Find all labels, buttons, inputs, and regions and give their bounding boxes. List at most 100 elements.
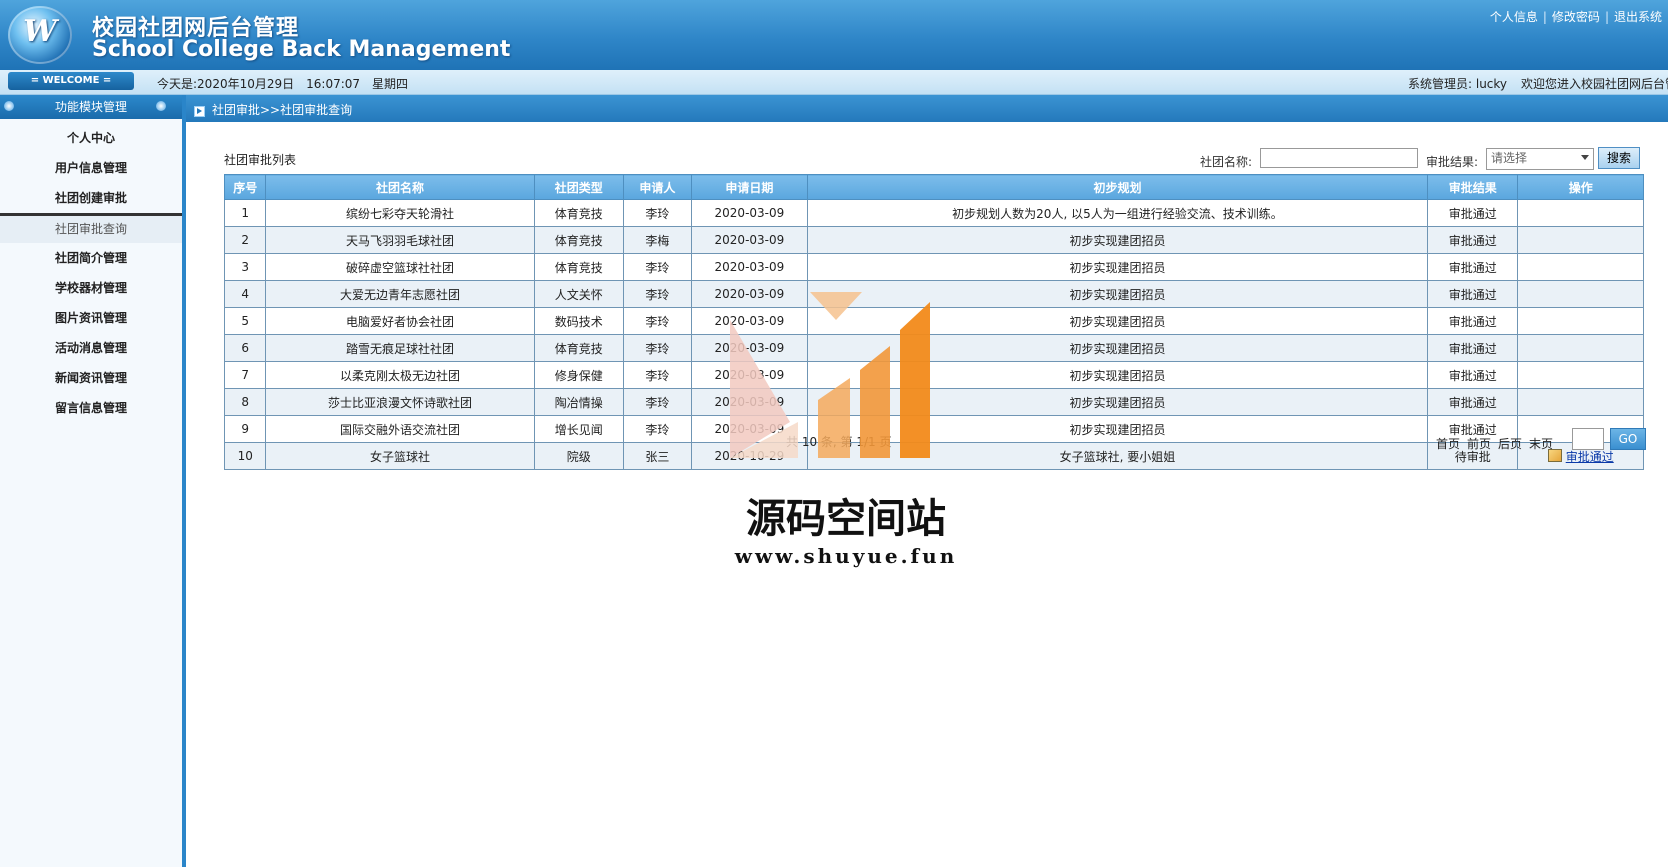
date-value: 2020年10月29日 (197, 77, 295, 91)
cell-applicant: 张三 (622, 442, 692, 470)
cell-name: 踏雪无痕足球社社团 (265, 334, 535, 362)
column-header-result: 审批结果 (1427, 174, 1519, 200)
watermark-logo-icon (730, 292, 930, 458)
watermark-bar (818, 378, 850, 458)
app-title-en: School College Back Management (92, 37, 511, 62)
logo-letter: W (23, 14, 57, 49)
watermark-bar (860, 346, 890, 458)
watermark: 源码空间站 www.shuyue.fun (730, 290, 970, 580)
separator: | (1542, 10, 1547, 24)
cell-result: 审批通过 (1427, 280, 1519, 308)
cell-name: 国际交融外语交流社团 (265, 415, 535, 443)
sidebar-item-club-creation-approval[interactable]: 社团创建审批 (0, 183, 182, 213)
sidebar-item-guestbook[interactable]: 留言信息管理 (0, 393, 182, 423)
cell-name: 以柔克刚太极无边社团 (265, 361, 535, 389)
sidebar-item-user-management[interactable]: 用户信息管理 (0, 153, 182, 183)
top-links: 个人信息 | 修改密码 | 退出系统 (1490, 8, 1662, 25)
cell-type: 增长见闻 (533, 415, 624, 443)
cell-no: 6 (223, 334, 267, 362)
cell-no: 10 (223, 442, 267, 470)
cell-name: 破碎虚空篮球社社团 (265, 253, 535, 281)
pager-last[interactable]: 末页 (1529, 437, 1553, 451)
column-header-date: 申请日期 (690, 174, 808, 200)
cell-plan: 初步实现建团招员 (806, 226, 1429, 254)
pager-prev[interactable]: 前页 (1467, 437, 1491, 451)
cell-action (1517, 226, 1644, 254)
cell-no: 7 (223, 361, 267, 389)
time-value: 16:07:07 (306, 77, 361, 91)
search-area: 社团名称: 审批结果: 请选择 搜索 (1200, 146, 1660, 170)
sidebar: 功能模块管理 个人中心 用户信息管理 社团创建审批 社团审批查询 社团简介管理 … (0, 95, 186, 867)
breadcrumb-bar: 社团审批>>社团审批查询 (186, 95, 1668, 122)
cell-applicant: 李玲 (622, 388, 692, 416)
cell-date: 2020-03-09 (690, 253, 808, 281)
cell-type: 院级 (533, 442, 624, 470)
table-row: 2 天马飞羽羽毛球社团 体育竞技 李梅 2020-03-09 初步实现建团招员 … (223, 226, 1644, 254)
cell-type: 数码技术 (533, 307, 624, 335)
cell-result: 审批通过 (1427, 253, 1519, 281)
sidebar-item-personal-center[interactable]: 个人中心 (0, 123, 182, 153)
sidebar-item-news[interactable]: 新闻资讯管理 (0, 363, 182, 393)
cell-date: 2020-03-09 (690, 199, 808, 227)
sidebar-item-equipment[interactable]: 学校器材管理 (0, 273, 182, 303)
app-header: W 校园社团网后台管理 School College Back Manageme… (0, 0, 1668, 70)
table-row: 1 缤纷七彩夺天轮滑社 体育竞技 李玲 2020-03-09 初步规划人数为20… (223, 199, 1644, 227)
cell-result: 审批通过 (1427, 307, 1519, 335)
column-header-type: 社团类型 (533, 174, 624, 200)
info-bar: = WELCOME = 今天是:2020年10月29日 16:07:07 星期四 系… (0, 70, 1668, 95)
cell-action (1517, 334, 1644, 362)
column-header-plan: 初步规划 (806, 174, 1429, 200)
sidebar-item-club-intro[interactable]: 社团简介管理 (0, 243, 182, 273)
cell-plan: 初步规划人数为20人, 以5人为一组进行经验交流、技术训练。 (806, 199, 1429, 227)
cell-no: 4 (223, 280, 267, 308)
cell-name: 缤纷七彩夺天轮滑社 (265, 199, 535, 227)
cell-action (1517, 388, 1644, 416)
list-title: 社团审批列表 (224, 153, 297, 167)
cell-type: 体育竞技 (533, 226, 624, 254)
cell-type: 修身保健 (533, 361, 624, 389)
cell-no: 2 (223, 226, 267, 254)
weekday-value: 星期四 (372, 77, 409, 91)
search-button[interactable]: 搜索 (1598, 147, 1640, 169)
cell-no: 8 (223, 388, 267, 416)
profile-link[interactable]: 个人信息 (1490, 10, 1538, 24)
date-display: 今天是:2020年10月29日 16:07:07 星期四 (157, 75, 420, 92)
cell-name: 莎士比亚浪漫文怀诗歌社团 (265, 388, 535, 416)
cell-applicant: 李玲 (622, 199, 692, 227)
cell-type: 体育竞技 (533, 253, 624, 281)
bullet-icon (156, 101, 166, 111)
cell-type: 体育竞技 (533, 334, 624, 362)
admin-display: 系统管理员: lucky 欢迎您进入校园社团网后台管理 (1408, 75, 1668, 92)
change-password-link[interactable]: 修改密码 (1552, 10, 1600, 24)
go-button[interactable]: GO (1610, 428, 1646, 450)
cell-action (1517, 307, 1644, 335)
logout-link[interactable]: 退出系统 (1614, 10, 1662, 24)
bullet-icon (4, 101, 14, 111)
sidebar-title: 功能模块管理 (54, 100, 127, 114)
sidebar-item-club-approval-query[interactable]: 社团审批查询 (0, 213, 182, 243)
club-name-input[interactable] (1260, 148, 1418, 168)
result-select[interactable]: 请选择 (1486, 148, 1594, 170)
cell-type: 人文关怀 (533, 280, 624, 308)
cell-applicant: 李玲 (622, 361, 692, 389)
cell-no: 5 (223, 307, 267, 335)
cell-action (1517, 199, 1644, 227)
column-header-applicant: 申请人 (622, 174, 692, 200)
pager-next[interactable]: 后页 (1498, 437, 1522, 451)
sidebar-item-activity-messages[interactable]: 活动消息管理 (0, 333, 182, 363)
logo: W (8, 6, 72, 64)
result-select-value: 请选择 (1491, 151, 1528, 165)
cell-name: 电脑爱好者协会社团 (265, 307, 535, 335)
pager-links: 首页 前页 后页 末页 (1436, 435, 1560, 452)
page-number-input[interactable] (1572, 428, 1604, 450)
cell-result: 审批通过 (1427, 199, 1519, 227)
column-header-action: 操作 (1517, 174, 1644, 200)
cell-name: 天马飞羽羽毛球社团 (265, 226, 535, 254)
approve-link[interactable]: 审批通过 (1566, 450, 1614, 464)
cell-no: 3 (223, 253, 267, 281)
pager-first[interactable]: 首页 (1436, 437, 1460, 451)
cell-result: 审批通过 (1427, 388, 1519, 416)
cell-date: 2020-03-09 (690, 226, 808, 254)
cell-plan: 初步实现建团招员 (806, 253, 1429, 281)
sidebar-item-image-news[interactable]: 图片资讯管理 (0, 303, 182, 333)
